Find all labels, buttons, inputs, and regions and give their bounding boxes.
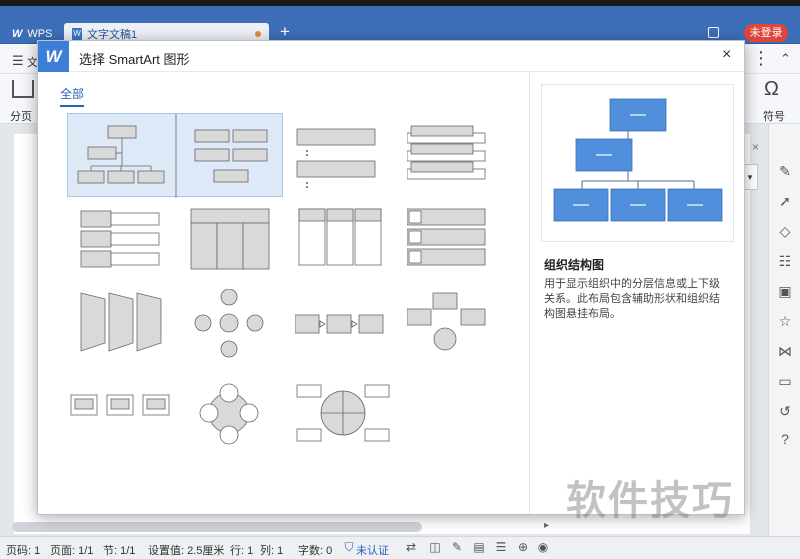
more-options-icon[interactable]: ⋮ <box>752 48 770 69</box>
web-view-icon[interactable]: ⊕ <box>516 540 530 554</box>
picture-list-thumbnail <box>407 208 486 266</box>
edit-mode-icon[interactable]: ✎ <box>450 540 464 554</box>
layout-column-list[interactable] <box>295 203 403 287</box>
layout-converging-arrows[interactable] <box>407 289 515 373</box>
cursor-icon[interactable]: ➚ <box>776 192 794 210</box>
layout-radial-arrows[interactable] <box>181 289 289 373</box>
watermark-text: 软件技巧 <box>566 478 734 524</box>
layout-description: 用于显示组织中的分层信息或上下级关系。此布局包含辅助形状和组织结构图悬挂布局。 <box>544 278 720 320</box>
reading-mode-icon[interactable]: ◉ <box>536 540 550 554</box>
status-page-code: 页码: 1 <box>6 545 41 557</box>
top-strip <box>0 0 800 6</box>
layout-picture-list[interactable] <box>407 203 515 287</box>
image-icon[interactable]: ▣ <box>776 282 794 300</box>
symbol-icon[interactable]: Ω <box>764 78 779 101</box>
chevron-process-thumbnail <box>80 292 162 352</box>
layout-chevron-process[interactable] <box>67 289 175 373</box>
new-tab-button[interactable]: + <box>280 22 290 42</box>
chevron-up-icon[interactable]: ⌃ <box>780 51 791 67</box>
tab-wps-label: WPS <box>27 27 53 40</box>
layout-segmented-cycle[interactable] <box>295 375 403 459</box>
status-pages: 页面: 1/1 <box>50 545 94 557</box>
page-view-icon[interactable]: ▤ <box>472 540 486 554</box>
unsaved-dot-icon <box>255 30 261 37</box>
status-word-count[interactable]: 字数: 0 <box>298 542 332 558</box>
converging-arrows-thumbnail <box>407 292 486 351</box>
radial-cycle-thumbnail <box>199 383 259 445</box>
layout-stacked-bars[interactable] <box>407 113 515 197</box>
column-list-thumbnail <box>298 208 382 266</box>
horizontal-scrollbar[interactable] <box>12 522 422 532</box>
layout-table-hierarchy[interactable] <box>181 203 289 287</box>
bending-process-thumbnail <box>70 394 170 416</box>
page-break-button[interactable]: 分页 <box>10 108 32 124</box>
layout-org-chart[interactable] <box>67 113 283 198</box>
star-icon[interactable]: ☆ <box>776 312 794 330</box>
panel-close-icon[interactable]: × <box>752 140 759 154</box>
adjust-icon[interactable]: ☷ <box>776 252 794 270</box>
layout-basic-process[interactable] <box>295 289 403 373</box>
org-chart-preview-diagram <box>553 98 723 222</box>
dialog-header: W 选择 SmartArt 图形 × <box>38 41 744 72</box>
smartart-dialog: W 选择 SmartArt 图形 × 全部 组织结构图 用于显示组织中的分层信息… <box>37 40 745 515</box>
layout-radial-cycle[interactable] <box>181 375 289 459</box>
basic-process-thumbnail <box>295 314 384 334</box>
status-setting: 设置值: 2.5厘米 <box>148 545 225 557</box>
share-icon[interactable]: ⋈ <box>776 342 794 360</box>
close-button[interactable]: × <box>722 46 731 64</box>
stacked-bars-thumbnail <box>407 125 486 180</box>
status-bar: 页码: 1 页面: 1/1 节: 1/1 设置值: 2.5厘米 行: 1 列: … <box>0 536 800 559</box>
layout-preview <box>541 84 734 242</box>
layout-name: 组织结构图 <box>544 258 605 272</box>
status-row: 行: 1 <box>230 545 254 557</box>
preview-shapes <box>553 98 723 222</box>
login-button[interactable]: 未登录 <box>744 24 788 42</box>
shapes-icon[interactable]: ◇ <box>776 222 794 240</box>
org-chart-thumbnail <box>77 114 268 198</box>
status-section: 节: 1/1 <box>103 545 136 557</box>
status-certification[interactable]: 未认证 <box>356 542 389 558</box>
radial-arrows-thumbnail <box>194 289 264 358</box>
outline-view-icon[interactable]: ☰ <box>494 540 508 554</box>
wps-logo-icon: W <box>38 41 69 72</box>
table-hierarchy-thumbnail <box>190 208 270 270</box>
hamburger-menu-icon[interactable]: ☰ <box>12 53 24 69</box>
shield-icon: ⛉ <box>344 540 354 554</box>
title-bar: W WPS W 文字文稿1 + 未登录 <box>0 0 800 44</box>
compare-icon[interactable]: ⇄ <box>404 540 418 554</box>
pen-icon[interactable]: ✎ <box>776 162 794 180</box>
right-sidebar: ✎ ➚ ◇ ☷ ▣ ☆ ⋈ ▭ ↺ ? <box>768 124 800 536</box>
wps-logo-icon: W <box>12 27 23 40</box>
layout-list-bars[interactable] <box>295 113 403 197</box>
archive-icon[interactable]: ▭ <box>776 372 794 390</box>
help-icon[interactable]: ? <box>776 430 794 448</box>
split-view-icon[interactable]: ◫ <box>428 540 442 554</box>
status-column: 列: 1 <box>260 545 284 557</box>
vertical-bullet-list-thumbnail <box>80 210 160 268</box>
page-break-icon[interactable] <box>12 80 34 98</box>
window-layout-icon[interactable] <box>708 27 719 38</box>
layout-gallery <box>67 113 507 473</box>
document-icon: W <box>72 27 82 40</box>
category-tab-all[interactable]: 全部 <box>60 85 85 107</box>
dialog-title: 选择 SmartArt 图形 <box>79 52 190 67</box>
layout-bending-process[interactable] <box>67 375 175 459</box>
symbol-button[interactable]: 符号 <box>763 108 785 124</box>
scroll-right-icon[interactable]: ▸ <box>544 520 549 531</box>
panel-divider <box>529 73 530 514</box>
layout-vertical-bullet-list[interactable] <box>67 203 175 287</box>
segmented-cycle-thumbnail <box>296 384 390 442</box>
list-bars-thumbnail <box>296 128 376 188</box>
history-icon[interactable]: ↺ <box>776 402 794 420</box>
